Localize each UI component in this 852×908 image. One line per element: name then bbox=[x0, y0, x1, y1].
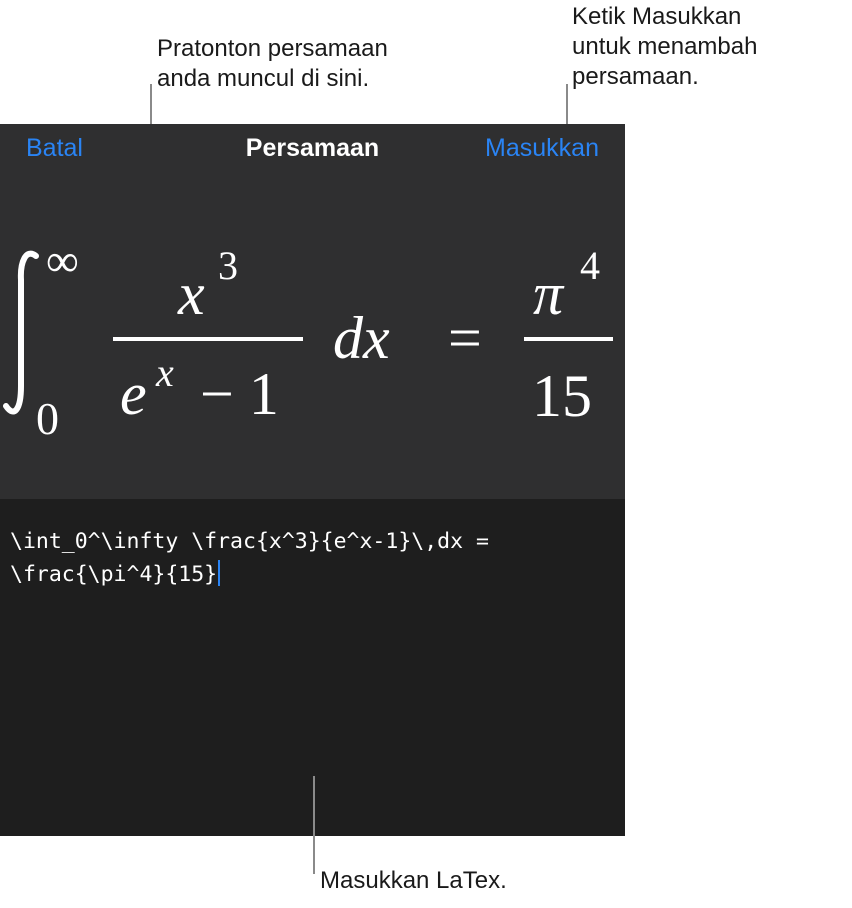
integral-upper-limit: ∞ bbox=[46, 235, 79, 286]
latex-line-2: \frac{\pi^4}{15} bbox=[10, 562, 218, 587]
fraction-bar bbox=[113, 337, 303, 341]
callout-preview-line-1: Pratonton persamaan bbox=[157, 35, 388, 62]
text-cursor bbox=[218, 560, 221, 586]
equals-sign: = bbox=[448, 305, 482, 371]
callout-insert-line-2: untuk menambah bbox=[572, 33, 758, 60]
integral-lower-limit: 0 bbox=[36, 393, 59, 444]
numerator-exponent: 3 bbox=[218, 243, 238, 288]
numerator-base: x bbox=[177, 261, 205, 327]
callout-preview-label: Pratonton persamaan anda muncul di sini. bbox=[157, 34, 388, 94]
equation-preview: ∞ 0 x 3 e x − 1 dx = π 4 15 bbox=[0, 234, 625, 454]
callout-latex-leader bbox=[313, 776, 315, 874]
callout-preview-line-2: anda muncul di sini. bbox=[157, 65, 370, 92]
insert-button[interactable]: Masukkan bbox=[485, 134, 599, 163]
latex-line-1: \int_0^\infty \frac{x^3}{e^x-1}\,dx = bbox=[10, 529, 489, 554]
dialog-header: Batal Persamaan Masukkan ∞ 0 x 3 e x − 1… bbox=[0, 124, 625, 499]
denominator-base: e bbox=[120, 361, 147, 427]
differential: dx bbox=[333, 305, 390, 371]
denominator-rest: − 1 bbox=[200, 361, 279, 427]
rhs-numerator-exponent: 4 bbox=[580, 243, 600, 288]
equation-preview-svg: ∞ 0 x 3 e x − 1 dx = π 4 15 bbox=[3, 235, 613, 444]
callout-insert-line-1: Ketik Masukkan bbox=[572, 3, 742, 30]
equation-dialog: Batal Persamaan Masukkan ∞ 0 x 3 e x − 1… bbox=[0, 124, 625, 836]
rhs-denominator: 15 bbox=[532, 363, 592, 429]
callout-insert-line-3: persamaan. bbox=[572, 63, 699, 90]
rhs-fraction-bar bbox=[524, 337, 613, 341]
callout-latex-line-1: Masukkan LaTex. bbox=[320, 867, 507, 894]
callout-insert-label: Ketik Masukkan untuk menambah persamaan. bbox=[572, 2, 757, 92]
callout-latex-label: Masukkan LaTex. bbox=[320, 866, 507, 896]
latex-input[interactable]: \int_0^\infty \frac{x^3}{e^x-1}\,dx = \f… bbox=[10, 525, 620, 591]
rhs-numerator-base: π bbox=[533, 261, 565, 327]
integral-sign-icon bbox=[3, 250, 39, 415]
denominator-exponent: x bbox=[155, 350, 174, 395]
